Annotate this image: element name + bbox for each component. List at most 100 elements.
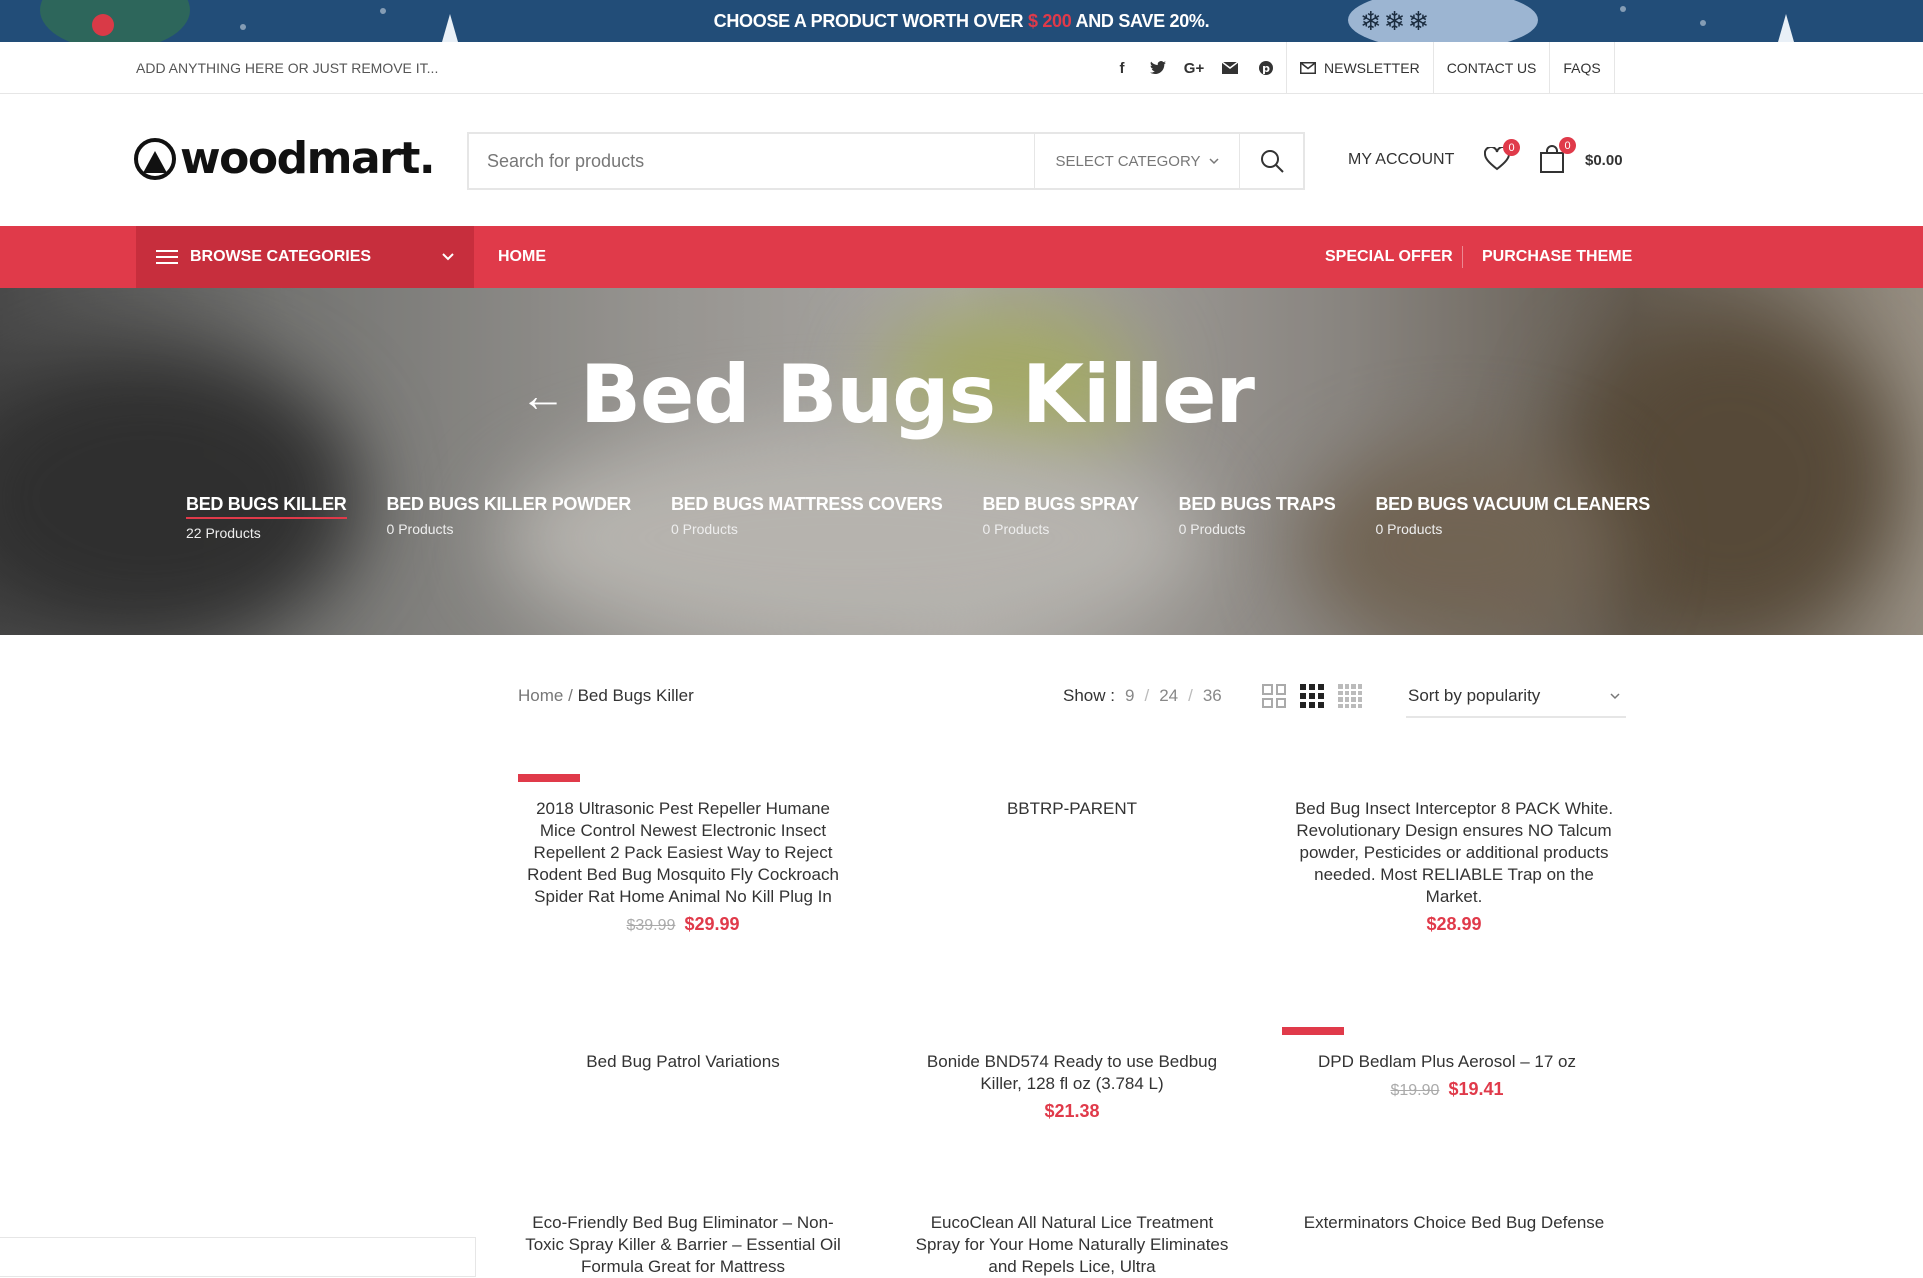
product-card[interactable]: Bed Bug Insect Interceptor 8 PACK White.… [1289, 774, 1619, 935]
product-name[interactable]: EucoClean All Natural Lice Treatment Spr… [907, 1212, 1237, 1278]
search-button[interactable] [1239, 134, 1303, 188]
subcategory-bed-bugs-vacuum-cleaners[interactable]: BED BUGS VACUUM CLEANERS 0 Products [1375, 494, 1650, 541]
product-card[interactable]: Exterminators Choice Bed Bug Defense [1289, 1212, 1619, 1234]
sort-label: Sort by popularity [1408, 686, 1541, 705]
product-name[interactable]: Bonide BND574 Ready to use Bedbug Killer… [907, 1051, 1237, 1095]
snow-dot [1620, 6, 1626, 12]
promo-text: CHOOSE A PRODUCT WORTH OVER $ 200 AND SA… [713, 10, 1210, 31]
product-name[interactable]: Bed Bug Insect Interceptor 8 PACK White.… [1289, 798, 1619, 908]
newsletter-link[interactable]: NEWSLETTER [1286, 42, 1433, 94]
product-price: $21.38 [1044, 1101, 1100, 1121]
breadcrumb-separator: / [568, 686, 573, 705]
contact-us-link[interactable]: CONTACT US [1432, 42, 1550, 94]
breadcrumb-home[interactable]: Home [518, 686, 563, 705]
subcategory-bed-bugs-killer-powder[interactable]: BED BUGS KILLER POWDER 0 Products [387, 494, 632, 541]
sale-flag [1282, 1027, 1344, 1035]
product-card[interactable]: DPD Bedlam Plus Aerosol – 17 oz $19.90 $… [1282, 1027, 1612, 1100]
product-name[interactable]: Bed Bug Patrol Variations [518, 1051, 848, 1073]
promo-banner[interactable]: ❄❄❄ CHOOSE A PRODUCT WORTH OVER $ 200 AN… [0, 0, 1923, 42]
sale-flag [518, 774, 580, 782]
subcategory-list: BED BUGS KILLER 22 Products BED BUGS KIL… [186, 494, 1650, 541]
product-card[interactable]: BBTRP-PARENT [907, 774, 1237, 820]
product-card[interactable]: Bed Bug Patrol Variations [518, 1027, 848, 1073]
site-header: woodmart. SELECT CATEGORY MY ACCOUNT 0 0… [0, 95, 1923, 226]
product-card[interactable]: EucoClean All Natural Lice Treatment Spr… [907, 1212, 1237, 1278]
back-arrow-icon[interactable]: ← [520, 368, 566, 422]
product-card[interactable]: 2018 Ultrasonic Pest Repeller Humane Mic… [518, 774, 848, 935]
promo-decoration [40, 0, 190, 42]
subcategory-bed-bugs-mattress-covers[interactable]: BED BUGS MATTRESS COVERS 0 Products [671, 494, 943, 541]
product-name[interactable]: DPD Bedlam Plus Aerosol – 17 oz [1282, 1051, 1612, 1073]
sort-dropdown[interactable]: Sort by popularity [1406, 676, 1626, 718]
product-name[interactable]: BBTRP-PARENT [907, 798, 1237, 820]
site-logo[interactable]: woodmart. [134, 133, 436, 184]
nav-home[interactable]: HOME [498, 226, 546, 288]
google-plus-icon[interactable]: G+ [1180, 54, 1208, 82]
product-price: $19.90 $19.41 [1390, 1079, 1504, 1099]
hero-title-row: ← Bed Bugs Killer [520, 348, 1255, 441]
my-account-link[interactable]: MY ACCOUNT [1348, 151, 1454, 169]
snow-dot [240, 24, 246, 30]
twitter-icon[interactable] [1144, 54, 1172, 82]
select-category-dropdown[interactable]: SELECT CATEGORY [1034, 134, 1239, 188]
sidebar-widget [0, 1237, 476, 1277]
hero-overlay [0, 288, 1923, 635]
select-category-label: SELECT CATEGORY [1055, 152, 1201, 170]
product-name[interactable]: 2018 Ultrasonic Pest Repeller Humane Mic… [518, 798, 848, 908]
promo-amount: $ 200 [1027, 10, 1072, 31]
product-old-price: $19.90 [1390, 1082, 1440, 1099]
cart-total[interactable]: $0.00 [1585, 152, 1623, 169]
product-name[interactable]: Exterminators Choice Bed Bug Defense [1289, 1212, 1619, 1234]
top-links: NEWSLETTER CONTACT US FAQS [1286, 42, 1615, 94]
show-9-option[interactable]: 9 [1125, 686, 1134, 706]
newsletter-label: NEWSLETTER [1324, 60, 1420, 76]
chevron-down-icon [1610, 692, 1620, 699]
wishlist-button[interactable]: 0 [1483, 139, 1520, 175]
grid-4-columns-icon[interactable] [1338, 684, 1362, 708]
snow-dot [1700, 20, 1706, 26]
nav-special-offer[interactable]: SPECIAL OFFER [1325, 226, 1453, 288]
chevron-down-icon [1208, 157, 1219, 164]
facebook-icon[interactable]: f [1108, 54, 1136, 82]
product-name[interactable]: Eco-Friendly Bed Bug Eliminator – Non-To… [518, 1212, 848, 1278]
sleigh-icon: ❄❄❄ [1360, 6, 1432, 36]
envelope-icon [1300, 62, 1316, 74]
breadcrumb-current: Bed Bugs Killer [577, 686, 694, 705]
ornament-icon [92, 14, 114, 36]
tree-icon [1778, 14, 1794, 42]
nav-purchase-theme[interactable]: PURCHASE THEME [1482, 226, 1632, 288]
product-card[interactable]: Bonide BND574 Ready to use Bedbug Killer… [907, 1027, 1237, 1122]
show-36-option[interactable]: 36 [1203, 686, 1222, 706]
logo-text: woodmart. [180, 133, 436, 184]
show-label: Show : [1063, 686, 1115, 705]
search-bar: SELECT CATEGORY [467, 132, 1305, 190]
pinterest-icon[interactable]: p [1252, 54, 1280, 82]
category-hero: ← Bed Bugs Killer BED BUGS KILLER 22 Pro… [0, 288, 1923, 635]
cart-button[interactable]: 0 [1540, 137, 1576, 175]
hamburger-icon [156, 246, 178, 268]
breadcrumb: Home / Bed Bugs Killer [518, 686, 694, 706]
social-links: f G+ p [1108, 54, 1280, 82]
top-tagline: ADD ANYTHING HERE OR JUST REMOVE IT... [136, 60, 439, 76]
grid-3-columns-icon[interactable] [1300, 684, 1324, 708]
browse-categories-label: BROWSE CATEGORIES [190, 248, 372, 265]
nav-divider [1462, 246, 1463, 268]
product-price: $28.99 [1426, 914, 1482, 934]
faqs-link[interactable]: FAQS [1549, 42, 1615, 94]
search-input[interactable] [469, 134, 1034, 188]
wishlist-count-badge: 0 [1503, 139, 1520, 156]
product-old-price: $39.99 [626, 917, 676, 934]
product-card[interactable]: Eco-Friendly Bed Bug Eliminator – Non-To… [518, 1212, 848, 1278]
main-nav: BROWSE CATEGORIES HOME SPECIAL OFFER PUR… [0, 226, 1923, 288]
cart-count-badge: 0 [1559, 137, 1576, 154]
grid-2-columns-icon[interactable] [1262, 684, 1286, 708]
top-bar: ADD ANYTHING HERE OR JUST REMOVE IT... f… [0, 42, 1923, 94]
subcategory-bed-bugs-traps[interactable]: BED BUGS TRAPS 0 Products [1179, 494, 1336, 541]
email-icon[interactable] [1216, 54, 1244, 82]
browse-categories-button[interactable]: BROWSE CATEGORIES [136, 226, 474, 288]
product-price: $39.99 $29.99 [626, 914, 740, 934]
subcategory-bed-bugs-spray[interactable]: BED BUGS SPRAY 0 Products [982, 494, 1138, 541]
subcategory-bed-bugs-killer[interactable]: BED BUGS KILLER 22 Products [186, 494, 347, 541]
show-24-option[interactable]: 24 [1159, 686, 1178, 706]
chevron-down-icon [442, 253, 454, 261]
